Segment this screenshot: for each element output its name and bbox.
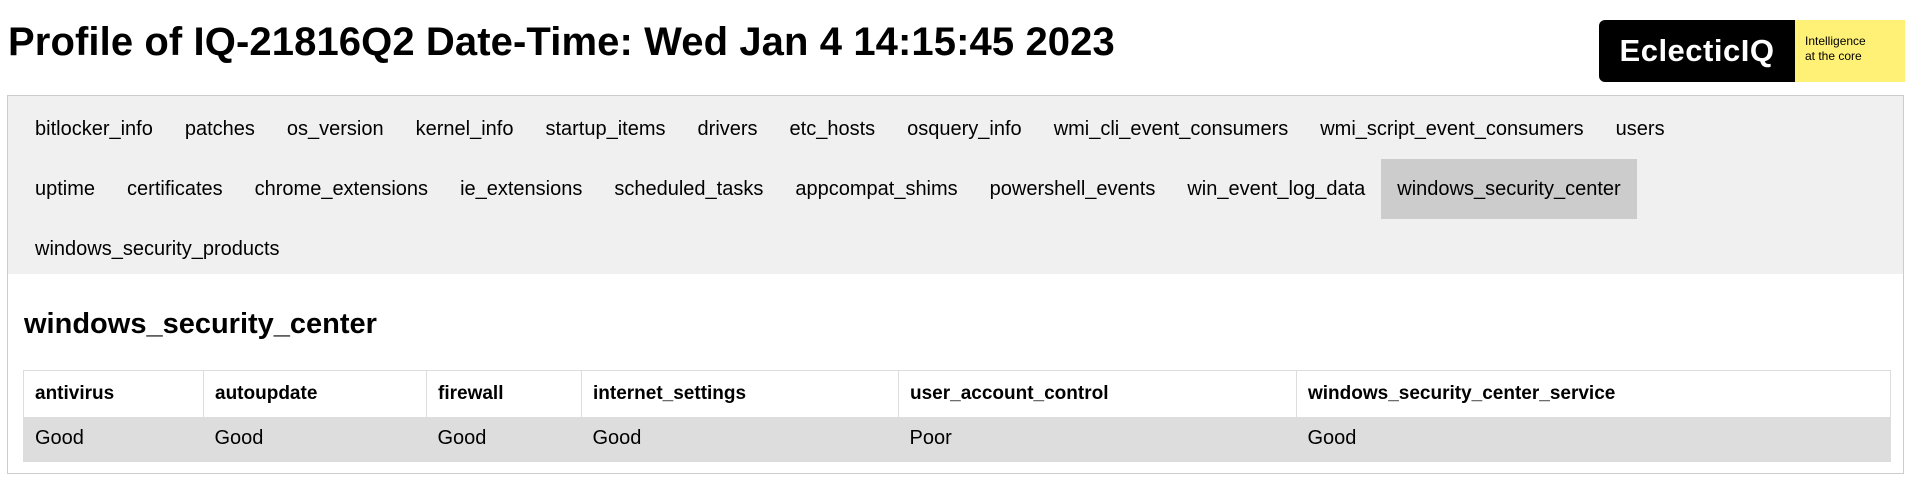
tab-windows-security-center[interactable]: windows_security_center [1381, 159, 1637, 219]
cell-internet-settings: Good [581, 416, 899, 462]
tab-row-1: bitlocker_info patches os_version kernel… [19, 99, 1681, 159]
logo-tagline-line2: at the core [1805, 49, 1862, 63]
tab-appcompat-shims[interactable]: appcompat_shims [779, 159, 973, 219]
tab-os-version[interactable]: os_version [271, 99, 400, 159]
tab-drivers[interactable]: drivers [682, 99, 774, 159]
tab-kernel-info[interactable]: kernel_info [400, 99, 530, 159]
table-tab-bar: bitlocker_info patches os_version kernel… [7, 95, 1904, 275]
cell-firewall: Good [426, 416, 582, 462]
table-row: Good Good Good Good Poor Good [23, 416, 1891, 462]
tab-row-3: windows_security_products [19, 219, 296, 279]
column-header-firewall: firewall [426, 370, 582, 417]
table-header-row: antivirus autoupdate firewall internet_s… [23, 370, 1891, 417]
page-title: Profile of IQ-21816Q2 Date-Time: Wed Jan… [8, 20, 1115, 64]
results-table: antivirus autoupdate firewall internet_s… [23, 370, 1891, 462]
tab-row-2: uptime certificates chrome_extensions ie… [19, 159, 1637, 219]
tab-startup-items[interactable]: startup_items [529, 99, 681, 159]
tab-wmi-cli-event-consumers[interactable]: wmi_cli_event_consumers [1038, 99, 1305, 159]
column-header-user-account-control: user_account_control [898, 370, 1297, 417]
cell-antivirus: Good [23, 416, 204, 462]
tab-win-event-log-data[interactable]: win_event_log_data [1171, 159, 1381, 219]
tab-scheduled-tasks[interactable]: scheduled_tasks [598, 159, 779, 219]
column-header-autoupdate: autoupdate [203, 370, 427, 417]
section-title: windows_security_center [24, 308, 377, 340]
tab-bitlocker-info[interactable]: bitlocker_info [19, 99, 169, 159]
tab-certificates[interactable]: certificates [111, 159, 239, 219]
tab-wmi-script-event-consumers[interactable]: wmi_script_event_consumers [1304, 99, 1599, 159]
column-header-internet-settings: internet_settings [581, 370, 899, 417]
tab-windows-security-products[interactable]: windows_security_products [19, 219, 296, 279]
column-header-antivirus: antivirus [23, 370, 204, 417]
tab-users[interactable]: users [1600, 99, 1681, 159]
cell-autoupdate: Good [203, 416, 427, 462]
column-header-windows-security-center-service: windows_security_center_service [1296, 370, 1891, 417]
tab-content-panel: windows_security_center antivirus autoup… [7, 274, 1904, 474]
tab-uptime[interactable]: uptime [19, 159, 111, 219]
tab-etc-hosts[interactable]: etc_hosts [774, 99, 892, 159]
cell-windows-security-center-service: Good [1296, 416, 1891, 462]
tab-ie-extensions[interactable]: ie_extensions [444, 159, 598, 219]
logo-tagline: Intelligence at the core [1795, 20, 1905, 82]
logo-wordmark: EclecticIQ [1599, 20, 1795, 82]
cell-user-account-control: Poor [898, 416, 1297, 462]
tab-powershell-events[interactable]: powershell_events [974, 159, 1172, 219]
tab-osquery-info[interactable]: osquery_info [891, 99, 1038, 159]
tab-chrome-extensions[interactable]: chrome_extensions [239, 159, 444, 219]
eclecticiq-logo: EclecticIQ Intelligence at the core [1599, 20, 1905, 82]
logo-tagline-line1: Intelligence [1805, 34, 1866, 48]
tab-patches[interactable]: patches [169, 99, 271, 159]
